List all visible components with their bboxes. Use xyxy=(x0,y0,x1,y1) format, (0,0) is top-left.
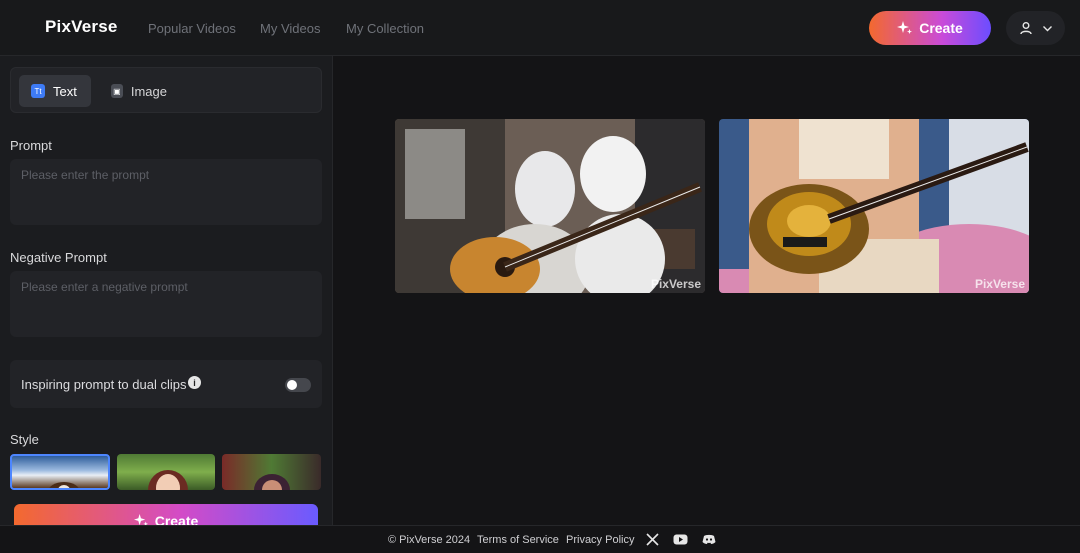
dog-thumbnail-icon xyxy=(49,482,79,488)
nav-my-collection[interactable]: My Collection xyxy=(346,21,424,36)
discord-icon[interactable] xyxy=(702,533,716,546)
anime-girl-thumbnail-icon xyxy=(148,470,188,490)
footer: © PixVerse 2024 Terms of Service Privacy… xyxy=(0,525,1080,553)
prompt-label: Prompt xyxy=(10,138,52,153)
info-icon[interactable]: i xyxy=(188,376,201,389)
toggle-knob xyxy=(287,380,297,390)
watermark: PixVerse xyxy=(974,277,1025,291)
tab-image-label: Image xyxy=(130,83,167,99)
bears-guitar-image xyxy=(395,119,705,293)
create-button-label: Create xyxy=(919,20,963,36)
user-menu[interactable] xyxy=(1006,11,1065,45)
nav-my-videos[interactable]: My Videos xyxy=(260,21,320,36)
watermark: PixVerse xyxy=(650,277,701,291)
tab-text[interactable]: Tt Text xyxy=(19,75,91,107)
style-thumbnail-1[interactable] xyxy=(10,454,110,490)
tab-image[interactable]: ▣ Image xyxy=(99,75,179,107)
logo[interactable]: PixVerse xyxy=(45,17,118,37)
sparkle-icon xyxy=(133,513,148,525)
tab-text-label: Text xyxy=(53,83,77,99)
x-twitter-icon[interactable] xyxy=(646,533,659,546)
youtube-icon[interactable] xyxy=(673,533,688,546)
create-button-label: Create xyxy=(154,513,199,525)
copyright-text: © PixVerse 2024 xyxy=(388,534,471,546)
create-button[interactable]: Create xyxy=(14,504,318,525)
sidebar: Tt Text ▣ Image Prompt Please enter the … xyxy=(0,56,333,525)
text-icon: Tt xyxy=(31,84,45,98)
user-icon xyxy=(1019,22,1032,35)
woman-guitar-image xyxy=(719,119,1029,293)
cartoon-thumbnail-icon xyxy=(254,474,290,490)
create-button-top[interactable]: Create xyxy=(869,11,991,45)
dual-clips-setting: Inspiring prompt to dual clips i xyxy=(10,360,322,408)
mode-tabs: Tt Text ▣ Image xyxy=(10,67,322,113)
sparkle-icon xyxy=(897,21,913,34)
video-thumbnail-1[interactable]: PixVerse xyxy=(395,119,705,293)
terms-link[interactable]: Terms of Service xyxy=(477,534,559,546)
style-thumbnail-3[interactable] xyxy=(222,454,321,490)
nav-popular-videos[interactable]: Popular Videos xyxy=(148,21,236,36)
dual-clips-toggle[interactable] xyxy=(285,378,311,392)
privacy-link[interactable]: Privacy Policy xyxy=(566,534,634,546)
dual-clips-label: Inspiring prompt to dual clips xyxy=(21,377,187,392)
negative-prompt-input[interactable]: Please enter a negative prompt xyxy=(10,271,322,337)
image-icon: ▣ xyxy=(111,84,123,98)
top-bar: PixVerse Popular Videos My Videos My Col… xyxy=(0,0,1080,56)
style-thumbnail-2[interactable] xyxy=(117,454,215,490)
negative-prompt-label: Negative Prompt xyxy=(10,250,107,265)
prompt-input[interactable]: Please enter the prompt xyxy=(10,159,322,225)
video-thumbnail-2[interactable]: PixVerse xyxy=(719,119,1029,293)
chevron-down-icon xyxy=(1042,25,1052,31)
style-label: Style xyxy=(10,432,39,447)
